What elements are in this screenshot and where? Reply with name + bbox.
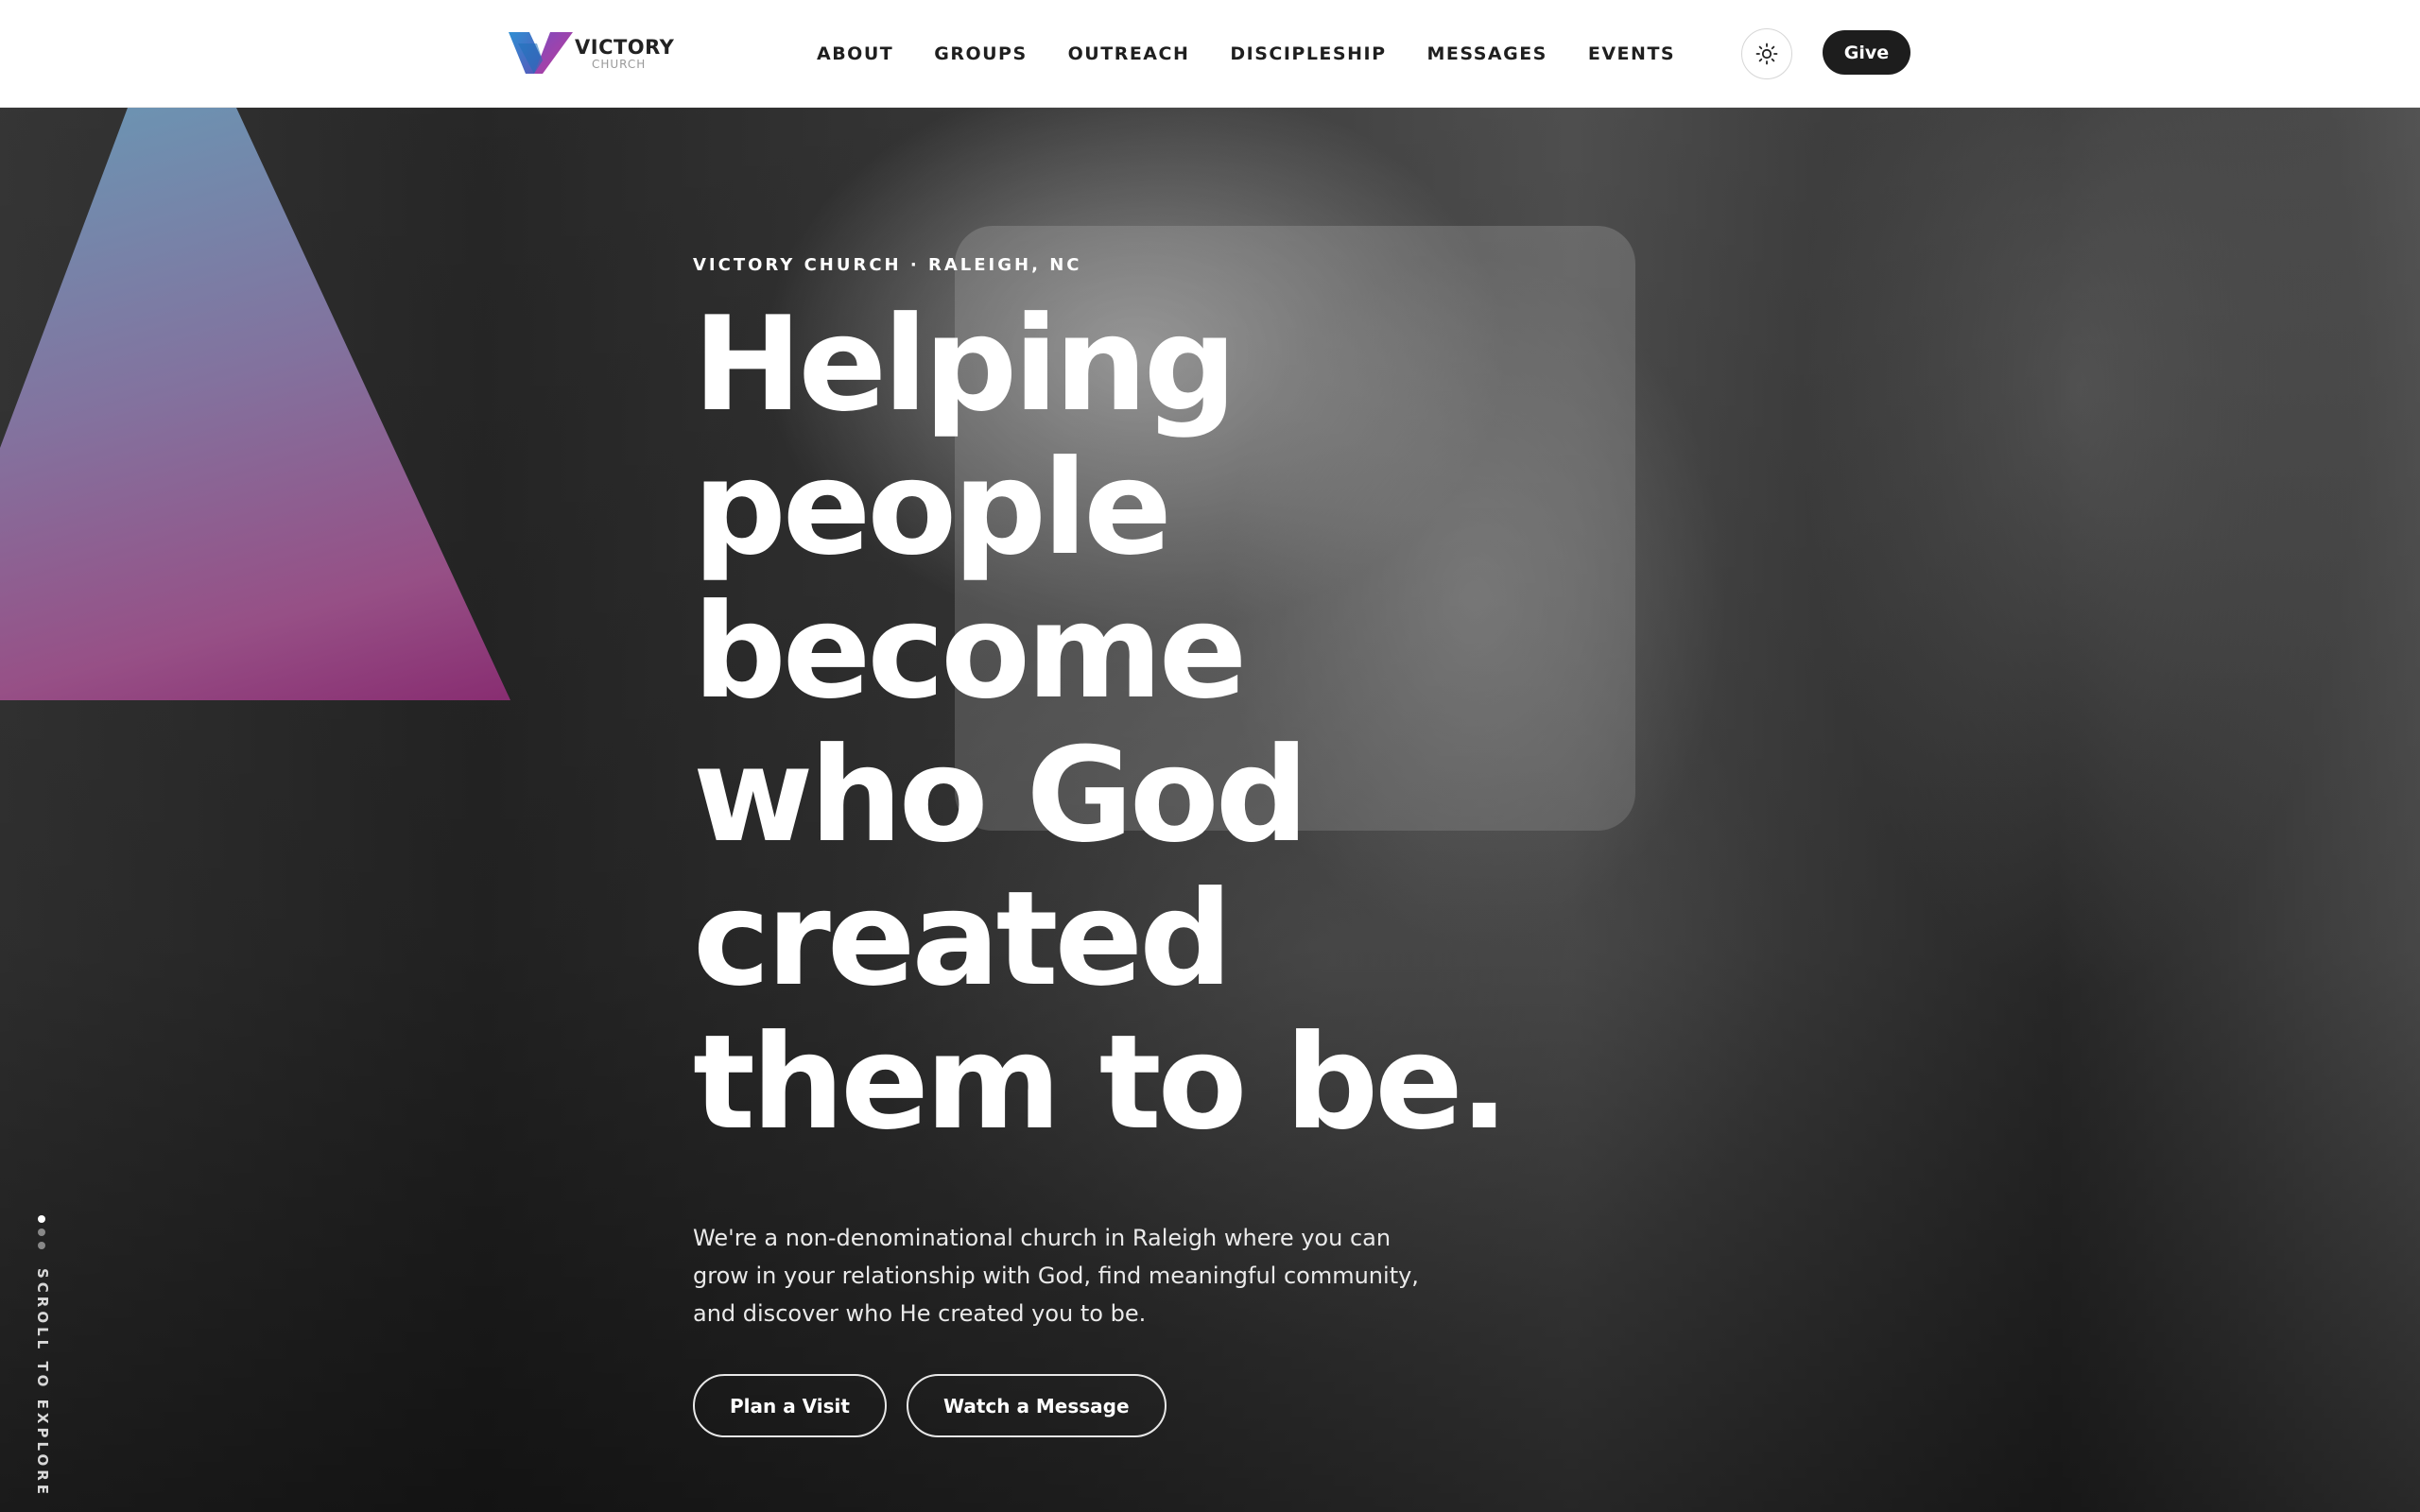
slide-indicator	[38, 1215, 49, 1255]
v-logo-icon	[509, 32, 573, 74]
hero-eyebrow: VICTORY CHURCH · RALEIGH, NC	[693, 255, 1082, 275]
headline-line: them to be.	[693, 1006, 1509, 1159]
nav-messages[interactable]: MESSAGES	[1427, 43, 1547, 64]
slide-dot[interactable]	[38, 1228, 45, 1236]
hero-description: We're a non-denominational church in Ral…	[693, 1225, 1419, 1327]
slide-dot-active[interactable]	[38, 1215, 45, 1223]
hero-actions: Plan a Visit Watch a Message	[693, 1374, 1186, 1437]
slide-dot[interactable]	[38, 1242, 45, 1249]
watch-message-button[interactable]: Watch a Message	[906, 1374, 1167, 1437]
site-header: VICTORY CHURCH ABOUT GROUPS OUTREACH DIS…	[0, 0, 2420, 108]
nav-outreach[interactable]: OUTREACH	[1068, 43, 1190, 64]
headline-line: become	[693, 576, 1247, 728]
logo-subtitle: CHURCH	[592, 58, 647, 71]
headline-line: people	[693, 432, 1172, 584]
nav-discipleship[interactable]: DISCIPLESHIP	[1230, 43, 1386, 64]
hero-section: VICTORY CHURCH · RALEIGH, NC Helping peo…	[0, 108, 2420, 1512]
hero-headline: Helping people become who God created th…	[693, 293, 1638, 1155]
headline-line: who God	[693, 719, 1308, 871]
scroll-to-explore-label[interactable]: SCROLL TO EXPLORE	[34, 1268, 51, 1498]
logo-wordmark: VICTORY	[575, 36, 675, 59]
nav-about[interactable]: ABOUT	[817, 43, 893, 64]
site-logo[interactable]: VICTORY CHURCH	[509, 30, 674, 76]
nav-groups[interactable]: GROUPS	[934, 43, 1027, 64]
give-button[interactable]: Give	[1823, 30, 1910, 75]
main-nav: ABOUT GROUPS OUTREACH DISCIPLESHIP MESSA…	[817, 0, 1675, 108]
theme-toggle-button[interactable]	[1741, 28, 1792, 79]
headline-line: created	[693, 863, 1233, 1015]
sun-icon	[1755, 43, 1778, 65]
plan-visit-button[interactable]: Plan a Visit	[693, 1374, 887, 1437]
headline-line: Helping	[693, 288, 1237, 440]
nav-events[interactable]: EVENTS	[1588, 43, 1675, 64]
